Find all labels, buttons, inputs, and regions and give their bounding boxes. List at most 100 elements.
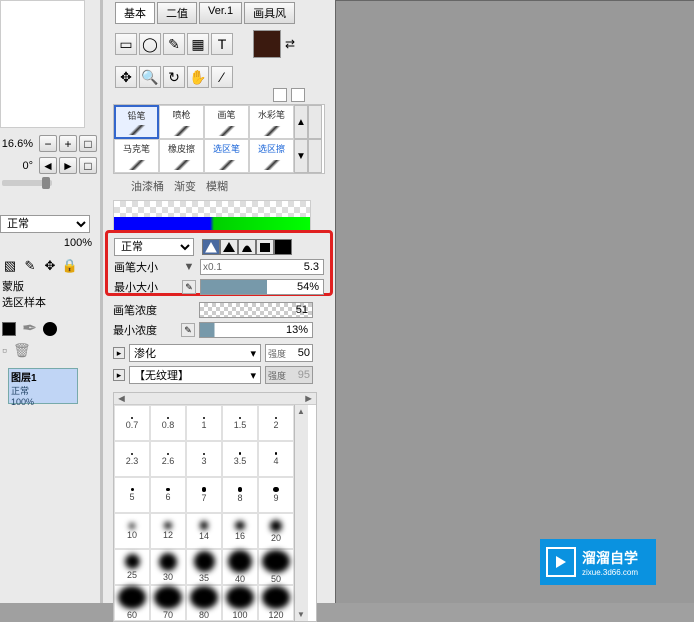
rotate-reset-button[interactable]: □ bbox=[79, 157, 97, 174]
pen-nib-icon[interactable]: ✒ bbox=[22, 318, 37, 339]
size-12[interactable]: 12 bbox=[150, 513, 186, 549]
layer-tile[interactable]: 图层1 正常 100% bbox=[8, 368, 78, 404]
delete-layer-icon[interactable]: 🗑 bbox=[13, 342, 31, 359]
zoom-in-button[interactable]: + bbox=[59, 135, 77, 152]
brush-blend-select[interactable]: 正常 bbox=[114, 238, 194, 256]
size-16[interactable]: 16 bbox=[222, 513, 258, 549]
black-swatch[interactable] bbox=[2, 322, 16, 336]
rotate-ccw-button[interactable]: ◄ bbox=[39, 157, 57, 174]
tab-2[interactable]: Ver.1 bbox=[199, 2, 242, 24]
zoom-reset-button[interactable]: □ bbox=[79, 135, 97, 152]
shape-5[interactable] bbox=[274, 239, 292, 255]
size-60[interactable]: 60 bbox=[114, 585, 150, 621]
move-icon[interactable]: ✥ bbox=[42, 258, 58, 274]
bg-swatch-1[interactable] bbox=[273, 88, 287, 102]
tool-toolrow1-2[interactable]: ✎ bbox=[163, 33, 185, 55]
size-100[interactable]: 100 bbox=[222, 585, 258, 621]
size-25[interactable]: 25 bbox=[114, 549, 150, 585]
brush-水彩笔[interactable]: 水彩笔 bbox=[249, 105, 294, 139]
density-dropdown-icon[interactable] bbox=[181, 303, 195, 317]
size-0.8[interactable]: 0.8 bbox=[150, 405, 186, 441]
min-density-pressure-icon[interactable]: ✎ bbox=[181, 323, 195, 337]
brush-size-dropdown-icon[interactable]: ▼ bbox=[182, 260, 196, 274]
rotate-cw-button[interactable]: ► bbox=[59, 157, 77, 174]
tool-toolrow2-2[interactable]: ↻ bbox=[163, 66, 185, 88]
texture-expand-icon[interactable]: ▸ bbox=[113, 369, 125, 381]
shape-3[interactable] bbox=[238, 239, 256, 255]
size-10[interactable]: 10 bbox=[114, 513, 150, 549]
brush-选区擦[interactable]: 选区擦 bbox=[249, 139, 294, 173]
size-35[interactable]: 35 bbox=[186, 549, 222, 585]
preserve-opacity-icon[interactable]: ▧ bbox=[2, 258, 18, 274]
brush-scroll-up[interactable]: ▲ bbox=[294, 105, 308, 139]
size-30[interactable]: 30 bbox=[150, 549, 186, 585]
brush-选区笔[interactable]: 选区笔 bbox=[204, 139, 249, 173]
brush-extra-渐变[interactable]: 渐变 bbox=[174, 178, 196, 194]
size-4[interactable]: 4 bbox=[258, 441, 294, 477]
size-5[interactable]: 5 bbox=[114, 477, 150, 513]
tool-toolrow2-3[interactable]: ✋ bbox=[187, 66, 209, 88]
new-layer-icon[interactable]: ▫ bbox=[2, 342, 7, 359]
brush-画笔[interactable]: 画笔 bbox=[204, 105, 249, 139]
layer-blend-select[interactable]: 正常 bbox=[0, 215, 90, 233]
dot-icon[interactable] bbox=[43, 322, 57, 336]
density-field[interactable]: 51 bbox=[199, 302, 313, 318]
tool-toolrow2-4[interactable]: ⁄ bbox=[211, 66, 233, 88]
shape-2[interactable] bbox=[220, 239, 238, 255]
size-2.3[interactable]: 2.3 bbox=[114, 441, 150, 477]
size-1[interactable]: 1 bbox=[186, 405, 222, 441]
navigator-thumbnail[interactable] bbox=[0, 0, 85, 128]
blur-select[interactable]: 渗化▾ bbox=[129, 344, 261, 362]
size-50[interactable]: 50 bbox=[258, 549, 294, 585]
texture-select[interactable]: 【无纹理】▾ bbox=[129, 366, 261, 384]
shape-4[interactable] bbox=[256, 239, 274, 255]
brush-extra-模糊[interactable]: 模糊 bbox=[206, 178, 228, 194]
brush-scroll-down[interactable]: ▼ bbox=[294, 139, 308, 173]
lock-icon[interactable]: 🔒 bbox=[62, 258, 78, 274]
brush-橡皮擦[interactable]: 橡皮擦 bbox=[159, 139, 204, 173]
size-6[interactable]: 6 bbox=[150, 477, 186, 513]
size-3[interactable]: 3 bbox=[186, 441, 222, 477]
brush-scroll-track[interactable] bbox=[308, 105, 322, 139]
zoom-out-button[interactable]: − bbox=[39, 135, 57, 152]
size-7[interactable]: 7 bbox=[186, 477, 222, 513]
min-size-pressure-icon[interactable]: ✎ bbox=[182, 280, 196, 294]
size-14[interactable]: 14 bbox=[186, 513, 222, 549]
size-0.7[interactable]: 0.7 bbox=[114, 405, 150, 441]
bg-swatch-2[interactable] bbox=[291, 88, 305, 102]
blur-expand-icon[interactable]: ▸ bbox=[113, 347, 125, 359]
palette-hscroll[interactable]: ◄► bbox=[114, 393, 316, 405]
size-3.5[interactable]: 3.5 bbox=[222, 441, 258, 477]
tab-0[interactable]: 基本 bbox=[115, 2, 155, 24]
tab-1[interactable]: 二值 bbox=[157, 2, 197, 24]
tool-toolrow1-3[interactable]: ▦ bbox=[187, 33, 209, 55]
size-1.5[interactable]: 1.5 bbox=[222, 405, 258, 441]
foreground-color-swatch[interactable] bbox=[253, 30, 281, 58]
brush-马克笔[interactable]: 马克笔 bbox=[114, 139, 159, 173]
min-size-field[interactable]: 54% bbox=[200, 279, 324, 295]
swap-colors-icon[interactable]: ⇄ bbox=[285, 37, 299, 51]
size-120[interactable]: 120 bbox=[258, 585, 294, 621]
tool-toolrow2-1[interactable]: 🔍 bbox=[139, 66, 161, 88]
tool-toolrow1-4[interactable]: T bbox=[211, 33, 233, 55]
size-2[interactable]: 2 bbox=[258, 405, 294, 441]
tool-toolrow2-0[interactable]: ✥ bbox=[115, 66, 137, 88]
brush-size-field[interactable]: x0.1 5.3 bbox=[200, 259, 324, 275]
size-20[interactable]: 20 bbox=[258, 513, 294, 549]
tool-toolrow1-0[interactable]: ▭ bbox=[115, 33, 137, 55]
brush-铅笔[interactable]: 铅笔 bbox=[114, 105, 159, 139]
size-70[interactable]: 70 bbox=[150, 585, 186, 621]
brush-extra-油漆桶[interactable]: 油漆桶 bbox=[131, 178, 164, 194]
min-density-field[interactable]: 13% bbox=[199, 322, 313, 338]
clipping-icon[interactable]: ✎ bbox=[22, 258, 38, 274]
size-80[interactable]: 80 bbox=[186, 585, 222, 621]
shape-1[interactable] bbox=[202, 239, 220, 255]
size-scrollbar[interactable] bbox=[294, 405, 308, 621]
size-8[interactable]: 8 bbox=[222, 477, 258, 513]
brush-喷枪[interactable]: 喷枪 bbox=[159, 105, 204, 139]
size-2.6[interactable]: 2.6 bbox=[150, 441, 186, 477]
tab-3[interactable]: 画具风 bbox=[244, 2, 295, 24]
rotation-slider[interactable] bbox=[2, 180, 52, 186]
tool-toolrow1-1[interactable]: ◯ bbox=[139, 33, 161, 55]
size-9[interactable]: 9 bbox=[258, 477, 294, 513]
